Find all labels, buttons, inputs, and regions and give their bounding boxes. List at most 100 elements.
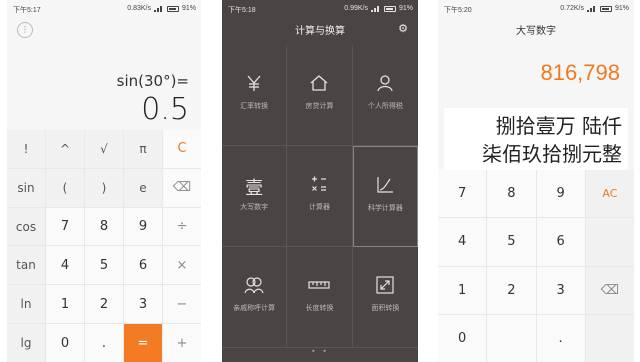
key-blank[interactable] — [585, 314, 634, 362]
yen-icon — [247, 75, 261, 91]
key-1[interactable]: 1 — [438, 266, 487, 314]
key-key[interactable]: . — [536, 314, 585, 362]
tools-grid: 汇率转换 房贷计算 个人所得税 壹 大写数字 计算器 科学计算器 亲戚称呼计算 — [222, 45, 418, 348]
network-speed: 0.99K/s — [344, 5, 368, 12]
status-time: 下午5:18 — [228, 7, 256, 14]
keypad: 7 8 9 AC 4 5 6 1 2 3 ⌫ 0. — [438, 170, 634, 362]
page-title: 大写数字 — [516, 26, 556, 37]
tool-relatives-calculator[interactable]: 亲戚称呼计算 — [222, 247, 288, 348]
key-ln[interactable]: ln — [7, 285, 45, 324]
key-7[interactable]: 7 — [46, 207, 84, 246]
expression-display: sin(30°)= — [116, 72, 189, 90]
tool-label: 计算器 — [308, 203, 330, 211]
key-C[interactable]: C — [163, 130, 201, 168]
key-5[interactable]: 5 — [487, 218, 536, 266]
tool-length-conversion[interactable]: 长度转换 — [287, 247, 353, 348]
tool-label: 汇率转换 — [240, 102, 269, 110]
signal-icon — [153, 5, 164, 12]
key-3[interactable]: 3 — [536, 266, 585, 314]
key-2[interactable]: 2 — [85, 285, 123, 324]
key-key[interactable]: π — [124, 130, 162, 168]
battery-level: 91% — [181, 5, 196, 12]
scientific-icon — [377, 177, 394, 193]
key-key[interactable]: + — [163, 324, 201, 362]
key-3[interactable]: 3 — [124, 285, 162, 324]
key-e[interactable]: e — [124, 168, 162, 207]
key-5[interactable]: 5 — [85, 246, 123, 285]
battery-icon — [166, 5, 179, 12]
key-key[interactable]: ) — [85, 168, 123, 207]
menu-icon[interactable]: ⋮ — [17, 22, 33, 38]
tool-label: 长度转换 — [305, 304, 334, 312]
tool-currency-conversion[interactable]: 汇率转换 — [222, 45, 288, 146]
signal-icon — [370, 5, 381, 12]
backspace-icon[interactable]: ⌫ — [163, 168, 201, 207]
relatives-icon — [244, 277, 264, 294]
key-4[interactable]: 4 — [46, 246, 84, 285]
status-time: 下午5:20 — [444, 7, 472, 14]
words-line: 柒佰玖拾捌元整 — [482, 142, 622, 166]
key-1[interactable]: 1 — [46, 285, 84, 324]
key-sin[interactable]: sin — [7, 168, 45, 207]
tool-label: 个人所得税 — [367, 102, 403, 110]
number-display: 816,798 — [540, 60, 620, 85]
key-8[interactable]: 8 — [85, 207, 123, 246]
key-key[interactable]: ÷ — [163, 207, 201, 246]
scientific-calculator-screen: 下午5:17 0.83K/s 91% ⋮ sin(30°)= 0.5 ! ^ √ π C… — [7, 0, 201, 362]
key-key[interactable]: − — [163, 285, 201, 324]
page-indicator: • • — [311, 347, 329, 356]
key-6[interactable]: 6 — [124, 246, 162, 285]
tool-label: 房贷计算 — [305, 102, 334, 110]
key-8[interactable]: 8 — [487, 170, 536, 218]
house-icon — [311, 75, 328, 91]
battery-level: 91% — [398, 5, 413, 12]
tool-label: 大写数字 — [240, 203, 269, 211]
key-key[interactable]: √ — [85, 130, 123, 168]
key-0[interactable]: 0 — [46, 324, 84, 362]
key-9[interactable]: 9 — [536, 170, 585, 218]
page-title: 计算与换算 — [295, 26, 345, 37]
tool-mortgage-calculator[interactable]: 房贷计算 — [287, 45, 353, 146]
signal-icon — [586, 5, 597, 12]
key-4[interactable]: 4 — [438, 218, 487, 266]
keypad: ! ^ √ π Csin() e ⌫ cos 7 8 9 ÷ tan 4 5 6 × ln 1 2 3− lg 0. = + — [7, 130, 201, 362]
key-blank[interactable] — [487, 314, 536, 362]
gear-icon[interactable]: ⚙ — [398, 22, 408, 35]
key-tan[interactable]: tan — [7, 246, 45, 285]
key-9[interactable]: 9 — [124, 207, 162, 246]
tool-capital-number[interactable]: 壹 大写数字 — [222, 146, 288, 247]
tool-calculator[interactable]: 计算器 — [287, 146, 353, 247]
key-key[interactable]: ^ — [46, 130, 84, 168]
tool-label: 科学计算器 — [367, 204, 403, 212]
network-speed: 0.83K/s — [127, 5, 151, 12]
key-key[interactable]: × — [163, 246, 201, 285]
key-2[interactable]: 2 — [487, 266, 536, 314]
key-key[interactable]: = — [124, 324, 162, 362]
battery-level: 91% — [614, 5, 629, 12]
capital-number-screen: 下午5:20 0.72K/s 91% 大写数字 816,798 捌拾壹万 陆仟 … — [438, 0, 634, 362]
calculator-icon — [312, 176, 327, 191]
key-AC[interactable]: AC — [585, 170, 634, 218]
tool-area-conversion[interactable]: 面积转换 — [352, 247, 418, 348]
key-key[interactable]: . — [85, 324, 123, 362]
ruler-icon — [308, 281, 331, 289]
area-icon — [376, 276, 394, 294]
key-blank[interactable] — [585, 218, 634, 266]
key-7[interactable]: 7 — [438, 170, 487, 218]
result-display: 0.5 — [141, 92, 189, 127]
key-key[interactable]: ( — [46, 168, 84, 207]
status-bar: 下午5:17 0.83K/s 91% — [7, 0, 201, 18]
tool-scientific-calculator[interactable]: 科学计算器 — [352, 146, 418, 247]
key-6[interactable]: 6 — [536, 218, 585, 266]
key-lg[interactable]: lg — [7, 324, 45, 362]
tool-label: 亲戚称呼计算 — [233, 304, 276, 312]
key-0[interactable]: 0 — [438, 314, 487, 362]
status-time: 下午5:17 — [13, 7, 41, 14]
key-cos[interactable]: cos — [7, 207, 45, 246]
tool-income-tax[interactable]: 个人所得税 — [352, 45, 418, 146]
status-bar: 下午5:18 0.99K/s 91% — [222, 0, 418, 18]
backspace-icon[interactable]: ⌫ — [585, 266, 634, 314]
person-icon — [377, 75, 393, 92]
tool-label: 面积转换 — [371, 304, 400, 312]
key-key[interactable]: ! — [7, 130, 45, 168]
